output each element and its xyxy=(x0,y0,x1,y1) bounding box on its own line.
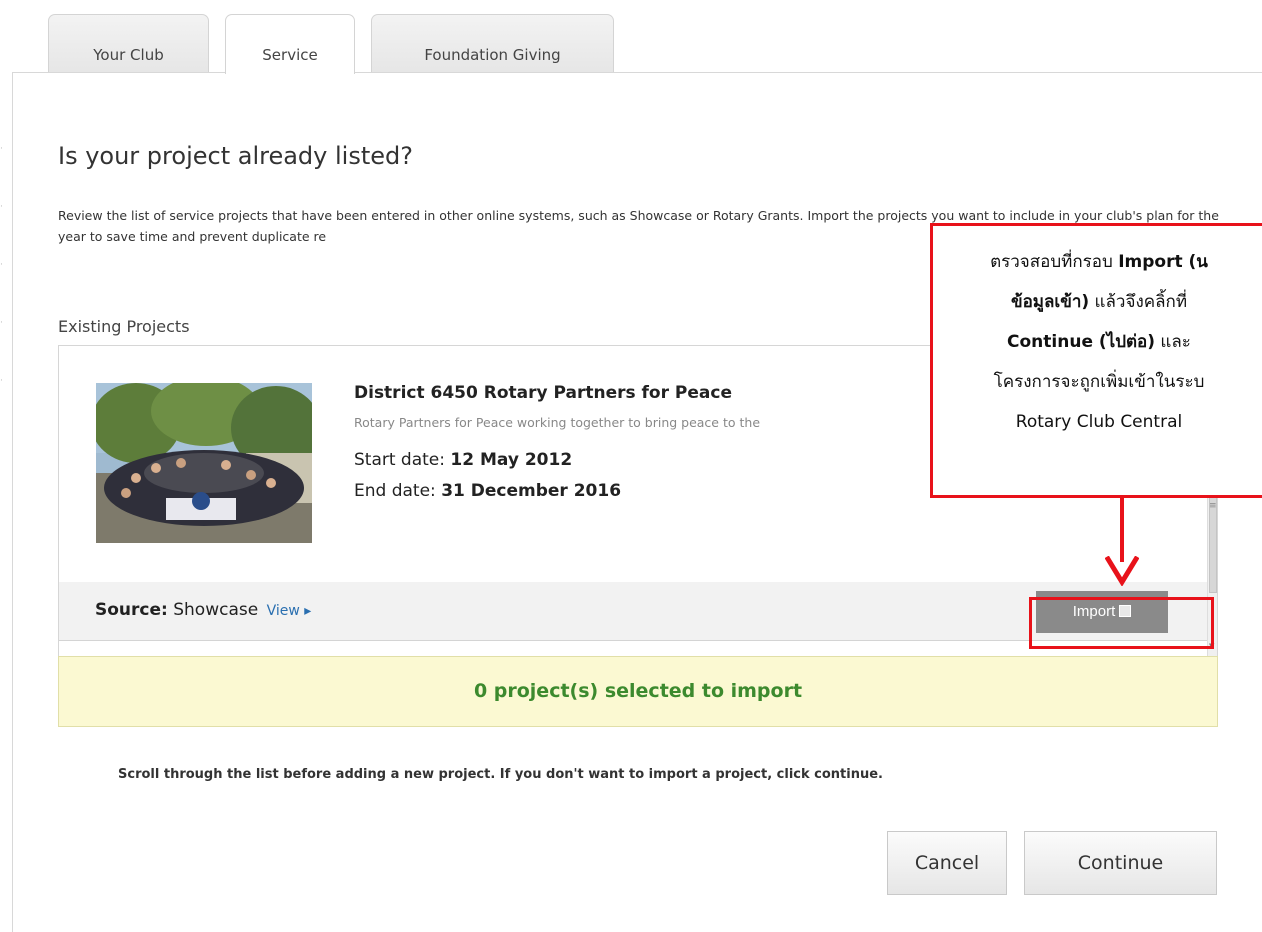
source-label: Source: xyxy=(95,600,168,620)
tab-underline xyxy=(12,72,1262,73)
source-info: Source: Showcase View ▸ xyxy=(95,600,311,620)
source-value: Showcase xyxy=(173,600,259,620)
left-edge-dots: · · · · · xyxy=(0,144,3,386)
start-date: Start date: 12 May 2012 xyxy=(354,450,572,470)
tab-foundation-giving[interactable]: Foundation Giving xyxy=(371,14,614,73)
arrow-down-icon xyxy=(1105,556,1139,586)
scroll-instruction: Scroll through the list before adding a … xyxy=(118,767,883,782)
selected-count-bar: 0 project(s) selected to import xyxy=(58,656,1218,727)
tab-label: Your Club xyxy=(93,46,164,64)
end-date-value: 31 December 2016 xyxy=(441,481,622,501)
annotation-line-3: Continue (ไปต่อ) และ xyxy=(1007,332,1191,352)
annotation-line-4: โครงการจะถูกเพิ่มเข้าในระบ xyxy=(993,372,1205,392)
annotation-line-2: ข้อมูลเข้า) แล้วจึงคลิ้กที่ xyxy=(1010,292,1188,312)
end-date: End date: 31 December 2016 xyxy=(354,481,621,501)
annotation-arrow-shaft xyxy=(1120,497,1124,562)
cancel-button[interactable]: Cancel xyxy=(887,831,1007,895)
scrollbar-grip-icon: ≡ xyxy=(1209,501,1217,511)
left-border xyxy=(12,72,13,932)
tab-label: Service xyxy=(262,46,318,64)
annotation-callout: ตรวจสอบที่กรอบ Import (น ข้อมูลเข้า) แล้… xyxy=(930,223,1262,498)
page-title: Is your project already listed? xyxy=(58,142,413,170)
tab-label: Foundation Giving xyxy=(424,46,561,64)
project-title: District 6450 Rotary Partners for Peace xyxy=(354,383,732,403)
import-highlight-box xyxy=(1029,597,1214,649)
tab-your-club[interactable]: Your Club xyxy=(48,14,209,73)
tab-service[interactable]: Service xyxy=(225,14,355,74)
start-date-value: 12 May 2012 xyxy=(450,450,573,470)
continue-button[interactable]: Continue xyxy=(1024,831,1217,895)
group-photo-image xyxy=(96,383,312,543)
view-link[interactable]: View ▸ xyxy=(267,603,312,619)
annotation-text: ตรวจสอบที่กรอบ Import (น ข้อมูลเข้า) แล้… xyxy=(933,242,1262,442)
start-date-label: Start date: xyxy=(354,450,445,470)
tab-bar: Your Club Service Foundation Giving xyxy=(0,0,1262,74)
project-description: Rotary Partners for Peace working togeth… xyxy=(354,415,761,430)
existing-projects-heading: Existing Projects xyxy=(58,317,190,336)
end-date-label: End date: xyxy=(354,481,436,501)
annotation-line-5: Rotary Club Central xyxy=(1015,412,1183,432)
project-photo xyxy=(96,383,312,543)
annotation-line-1: ตรวจสอบที่กรอบ Import (น xyxy=(990,252,1208,272)
